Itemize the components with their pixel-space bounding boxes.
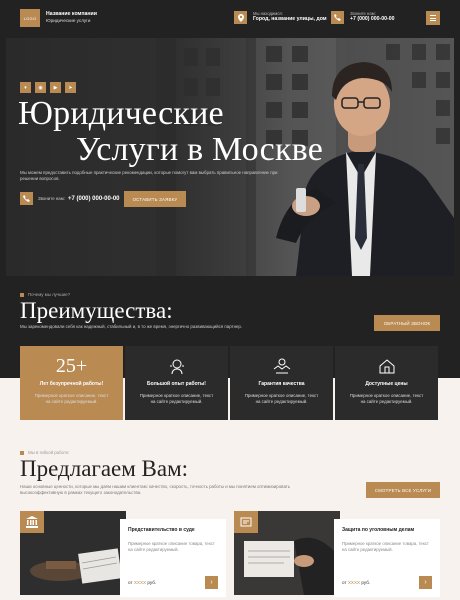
hero-phone[interactable]: Звоните нам: +7 (000) 000-00-00	[20, 192, 120, 205]
hero-description: Мы можем предоставить подобные практичес…	[20, 170, 278, 182]
whatsapp-icon[interactable]: ◉	[35, 82, 46, 93]
company-info: Название компании Юридические услуги	[46, 11, 97, 24]
youtube-icon[interactable]: ▶	[50, 82, 61, 93]
service-card[interactable]: Защита по уголовным делам Примерное крат…	[234, 511, 440, 597]
hero-title-line1: Юридические	[18, 95, 224, 132]
service-panel: Представительство в суде Примерное кратк…	[120, 519, 226, 597]
handshake-icon	[230, 356, 333, 376]
hero-phone-number[interactable]: +7 (000) 000-00-00	[68, 196, 120, 202]
court-icon	[20, 511, 44, 533]
hero-section: ▾ ◉ ▶ ➤ Юридические Услуги в Москве Мы м…	[6, 38, 454, 276]
advantage-desc: Примерное краткое описание, текст на сай…	[349, 393, 424, 405]
hero-phone-label: Звоните нам:	[38, 196, 65, 201]
location-pin-icon	[234, 11, 247, 24]
chevron-right-icon[interactable]: ›	[419, 576, 432, 589]
company-subtitle: Юридические услуги	[46, 18, 91, 24]
advantage-card: Большой опыт работы! Примерное краткое о…	[125, 346, 228, 420]
telegram-icon[interactable]: ➤	[65, 82, 76, 93]
advantage-desc: Примерное краткое описание, текст на сай…	[139, 393, 214, 405]
experience-icon	[125, 356, 228, 376]
service-title: Защита по уголовным делам	[342, 527, 415, 533]
phone-icon	[331, 11, 344, 24]
advantage-card: Доступные цены Примерное краткое описани…	[335, 346, 442, 424]
advantage-desc: Примерное краткое описание, текст на сай…	[34, 393, 109, 405]
location-block: Мы находимся: Город, название улицы, дом	[234, 11, 327, 24]
callback-button[interactable]: ОБРАТНЫЙ ЗВОНОК	[374, 315, 440, 331]
social-links: ▾ ◉ ▶ ➤	[20, 82, 76, 93]
phone-icon	[20, 192, 33, 205]
chevron-right-icon[interactable]: ›	[205, 576, 218, 589]
service-panel: Защита по уголовным делам Примерное крат…	[334, 519, 440, 597]
advantage-title: Доступные цены	[365, 381, 408, 387]
price-house-icon	[335, 356, 438, 376]
hero-title: Юридические Услуги в Москве	[18, 96, 323, 167]
advantages-label: Почему мы лучшие?	[20, 292, 70, 297]
advantage-desc: Примерное краткое описание, текст на сай…	[244, 393, 319, 405]
logo[interactable]: LOGO	[20, 9, 40, 27]
phone-block[interactable]: Звоните нам: +7 (000) 000-00-00	[331, 11, 395, 24]
advantages-description: Мы зарекомендовали себя как надежный, ст…	[20, 324, 243, 329]
offer-label: Мы в гибкой работе:	[20, 450, 70, 455]
service-desc: Примерное краткое описание товара, текст…	[342, 541, 429, 553]
vk-icon[interactable]: ▾	[20, 82, 31, 93]
advantage-title: Большой опыт работы!	[147, 381, 206, 387]
advantage-card: Гарантия качества Примерное краткое опис…	[230, 346, 333, 420]
offer-description: Наши основные ценности, которые мы даём …	[20, 484, 291, 496]
offer-title: Предлагаем Вам:	[20, 456, 189, 481]
service-desc: Примерное краткое описание товара, текст…	[128, 541, 215, 553]
service-card[interactable]: Представительство в суде Примерное кратк…	[20, 511, 226, 597]
advantage-card: 25+ Лет безупречной работы! Примерное кр…	[20, 346, 123, 420]
service-title: Представительство в суде	[128, 527, 195, 533]
leave-request-button[interactable]: ОСТАВИТЬ ЗАЯВКУ	[124, 191, 186, 207]
protection-icon	[234, 511, 258, 533]
advantages-title: Преимущества:	[20, 298, 173, 323]
phone-value[interactable]: +7 (000) 000-00-00	[350, 16, 395, 23]
advantages-cards: 25+ Лет безупречной работы! Примерное кр…	[20, 346, 442, 424]
location-value: Город, название улицы, дом	[253, 15, 327, 22]
site-header: LOGO Название компании Юридические услуг…	[0, 0, 460, 36]
hero-title-line2: Услуги в Москве	[76, 130, 324, 168]
all-services-button[interactable]: СМОТРЕТЬ ВСЕ УСЛУГИ	[366, 482, 440, 498]
years-count: 25+	[55, 355, 88, 377]
advantage-title: Гарантия качества	[258, 381, 305, 387]
advantage-title: Лет безупречной работы!	[39, 381, 104, 387]
menu-icon	[430, 15, 436, 16]
service-price: от XXXX руб.	[342, 580, 371, 585]
menu-button[interactable]	[426, 11, 440, 25]
service-price: от XXXX руб.	[128, 580, 157, 585]
